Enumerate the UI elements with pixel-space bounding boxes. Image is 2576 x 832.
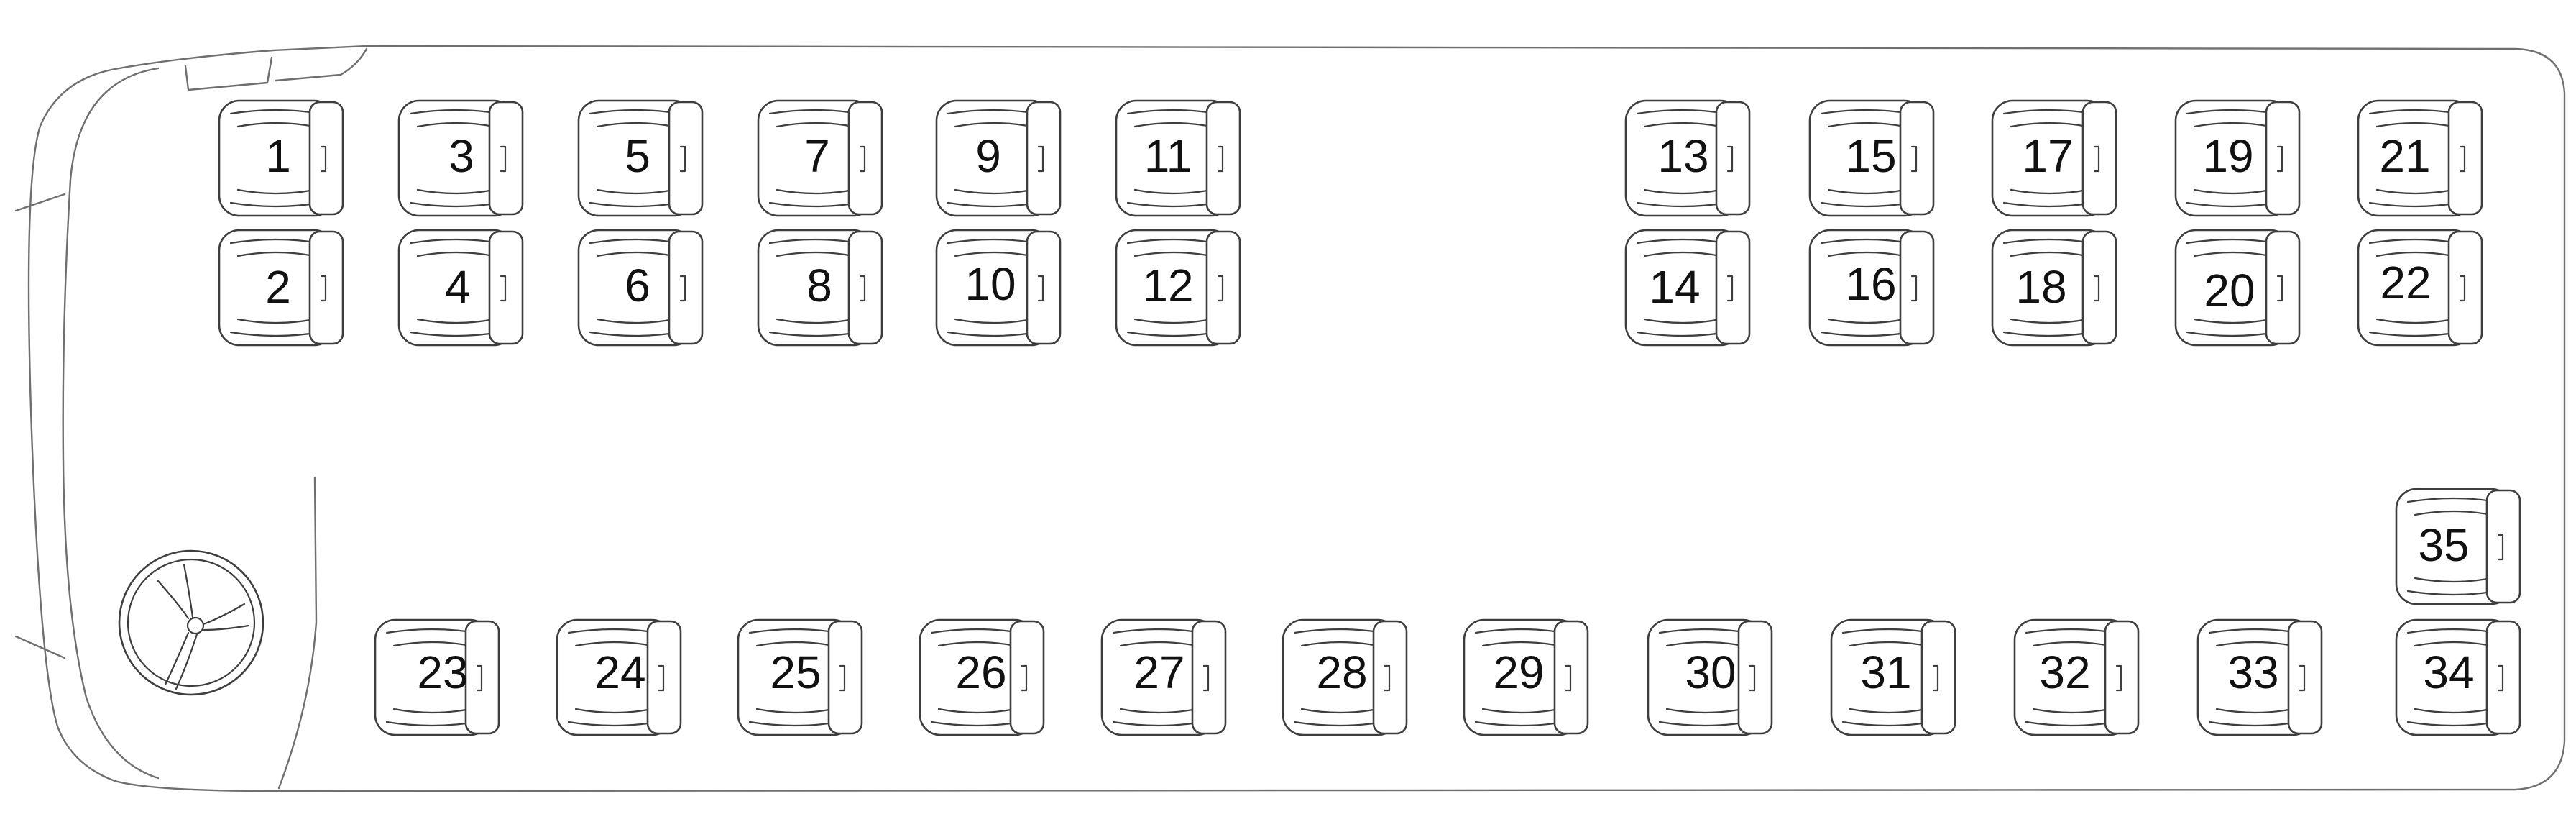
bus-seat-map: 1 3 5 7 9 11 13 15 17 19 21 2 4 6 8 10 1… [0,0,2576,828]
seat-9[interactable]: 9 [935,99,1062,217]
svg-text:35: 35 [2418,519,2469,571]
seat-23[interactable]: 23 [374,618,500,736]
svg-text:27: 27 [1133,646,1184,698]
svg-text:2: 2 [265,261,291,313]
svg-text:32: 32 [2039,646,2090,698]
seat-14[interactable]: 14 [1624,229,1751,347]
seat-11[interactable]: 11 [1115,99,1241,217]
seat-15[interactable]: 15 [1808,99,1935,217]
seat-33[interactable]: 33 [2196,618,2323,736]
seat-row-2: 2 4 6 8 10 12 14 16 18 20 22 [218,229,2483,347]
svg-text:34: 34 [2423,646,2474,698]
seat-24[interactable]: 24 [556,618,682,736]
svg-text:29: 29 [1493,646,1544,698]
seat-26[interactable]: 26 [919,618,1045,736]
svg-text:16: 16 [1845,258,1896,310]
svg-text:21: 21 [2379,130,2430,182]
svg-text:28: 28 [1316,646,1367,698]
svg-text:31: 31 [1860,646,1911,698]
svg-text:30: 30 [1685,646,1736,698]
seat-20[interactable]: 20 [2174,229,2301,347]
seat-4[interactable]: 4 [397,229,524,347]
seat-row-1: 1 3 5 7 9 11 13 15 17 19 21 [218,99,2483,217]
seat-3[interactable]: 3 [397,99,524,217]
svg-text:33: 33 [2227,646,2278,698]
svg-text:8: 8 [806,260,832,311]
svg-text:22: 22 [2380,257,2431,308]
seat-32[interactable]: 32 [2013,618,2140,736]
seat-6[interactable]: 6 [577,229,704,347]
svg-text:25: 25 [770,646,821,698]
seat-31[interactable]: 31 [1830,618,1956,736]
seat-35[interactable]: 35 [2395,488,2521,605]
steering-wheel-icon [118,549,264,696]
seat-13[interactable]: 13 [1624,99,1751,217]
seat-28[interactable]: 28 [1282,618,1408,736]
driver-partition [277,476,318,790]
svg-text:24: 24 [594,646,645,698]
seat-16[interactable]: 16 [1808,229,1935,347]
svg-text:23: 23 [417,646,468,698]
seat-5[interactable]: 5 [577,99,704,217]
seat-back-row: 23 24 25 26 27 28 29 30 31 32 33 34 [374,618,2521,736]
seat-8[interactable]: 8 [757,229,883,347]
seat-29[interactable]: 29 [1463,618,1589,736]
seat-22[interactable]: 22 [2357,229,2483,347]
seat-30[interactable]: 30 [1647,618,1773,736]
seat-18[interactable]: 18 [1991,229,2117,347]
seat-34[interactable]: 34 [2395,618,2521,736]
svg-text:1: 1 [265,130,291,182]
svg-text:26: 26 [955,646,1006,698]
svg-text:19: 19 [2202,130,2253,182]
svg-text:15: 15 [1845,130,1896,182]
bus-inner-left-edge [62,67,160,780]
svg-text:20: 20 [2204,265,2255,316]
windshield-line-bottom [14,635,66,659]
svg-text:7: 7 [804,130,830,182]
seat-17[interactable]: 17 [1991,99,2117,217]
svg-text:4: 4 [445,261,471,313]
svg-text:5: 5 [625,130,650,182]
seat-7[interactable]: 7 [757,99,883,217]
svg-text:6: 6 [625,260,650,311]
seat-10[interactable]: 10 [935,229,1062,347]
svg-text:10: 10 [965,258,1016,310]
windshield-line-top [14,193,66,212]
seat-21[interactable]: 21 [2357,99,2483,217]
seat-19[interactable]: 19 [2174,99,2301,217]
svg-text:9: 9 [975,130,1001,182]
svg-text:11: 11 [1144,130,1192,182]
seat-12[interactable]: 12 [1115,229,1241,347]
seat-1[interactable]: 1 [218,99,344,217]
seat-25[interactable]: 25 [737,618,863,736]
svg-text:3: 3 [448,130,474,182]
svg-text:18: 18 [2015,261,2066,313]
svg-text:17: 17 [2022,130,2073,182]
bus-layout: 1 3 5 7 9 11 13 15 17 19 21 2 4 6 8 10 1… [14,45,2566,792]
seat-27[interactable]: 27 [1100,618,1227,736]
svg-text:12: 12 [1142,260,1193,311]
seat-2[interactable]: 2 [218,229,344,347]
svg-text:14: 14 [1649,261,1700,313]
svg-text:13: 13 [1657,130,1708,182]
